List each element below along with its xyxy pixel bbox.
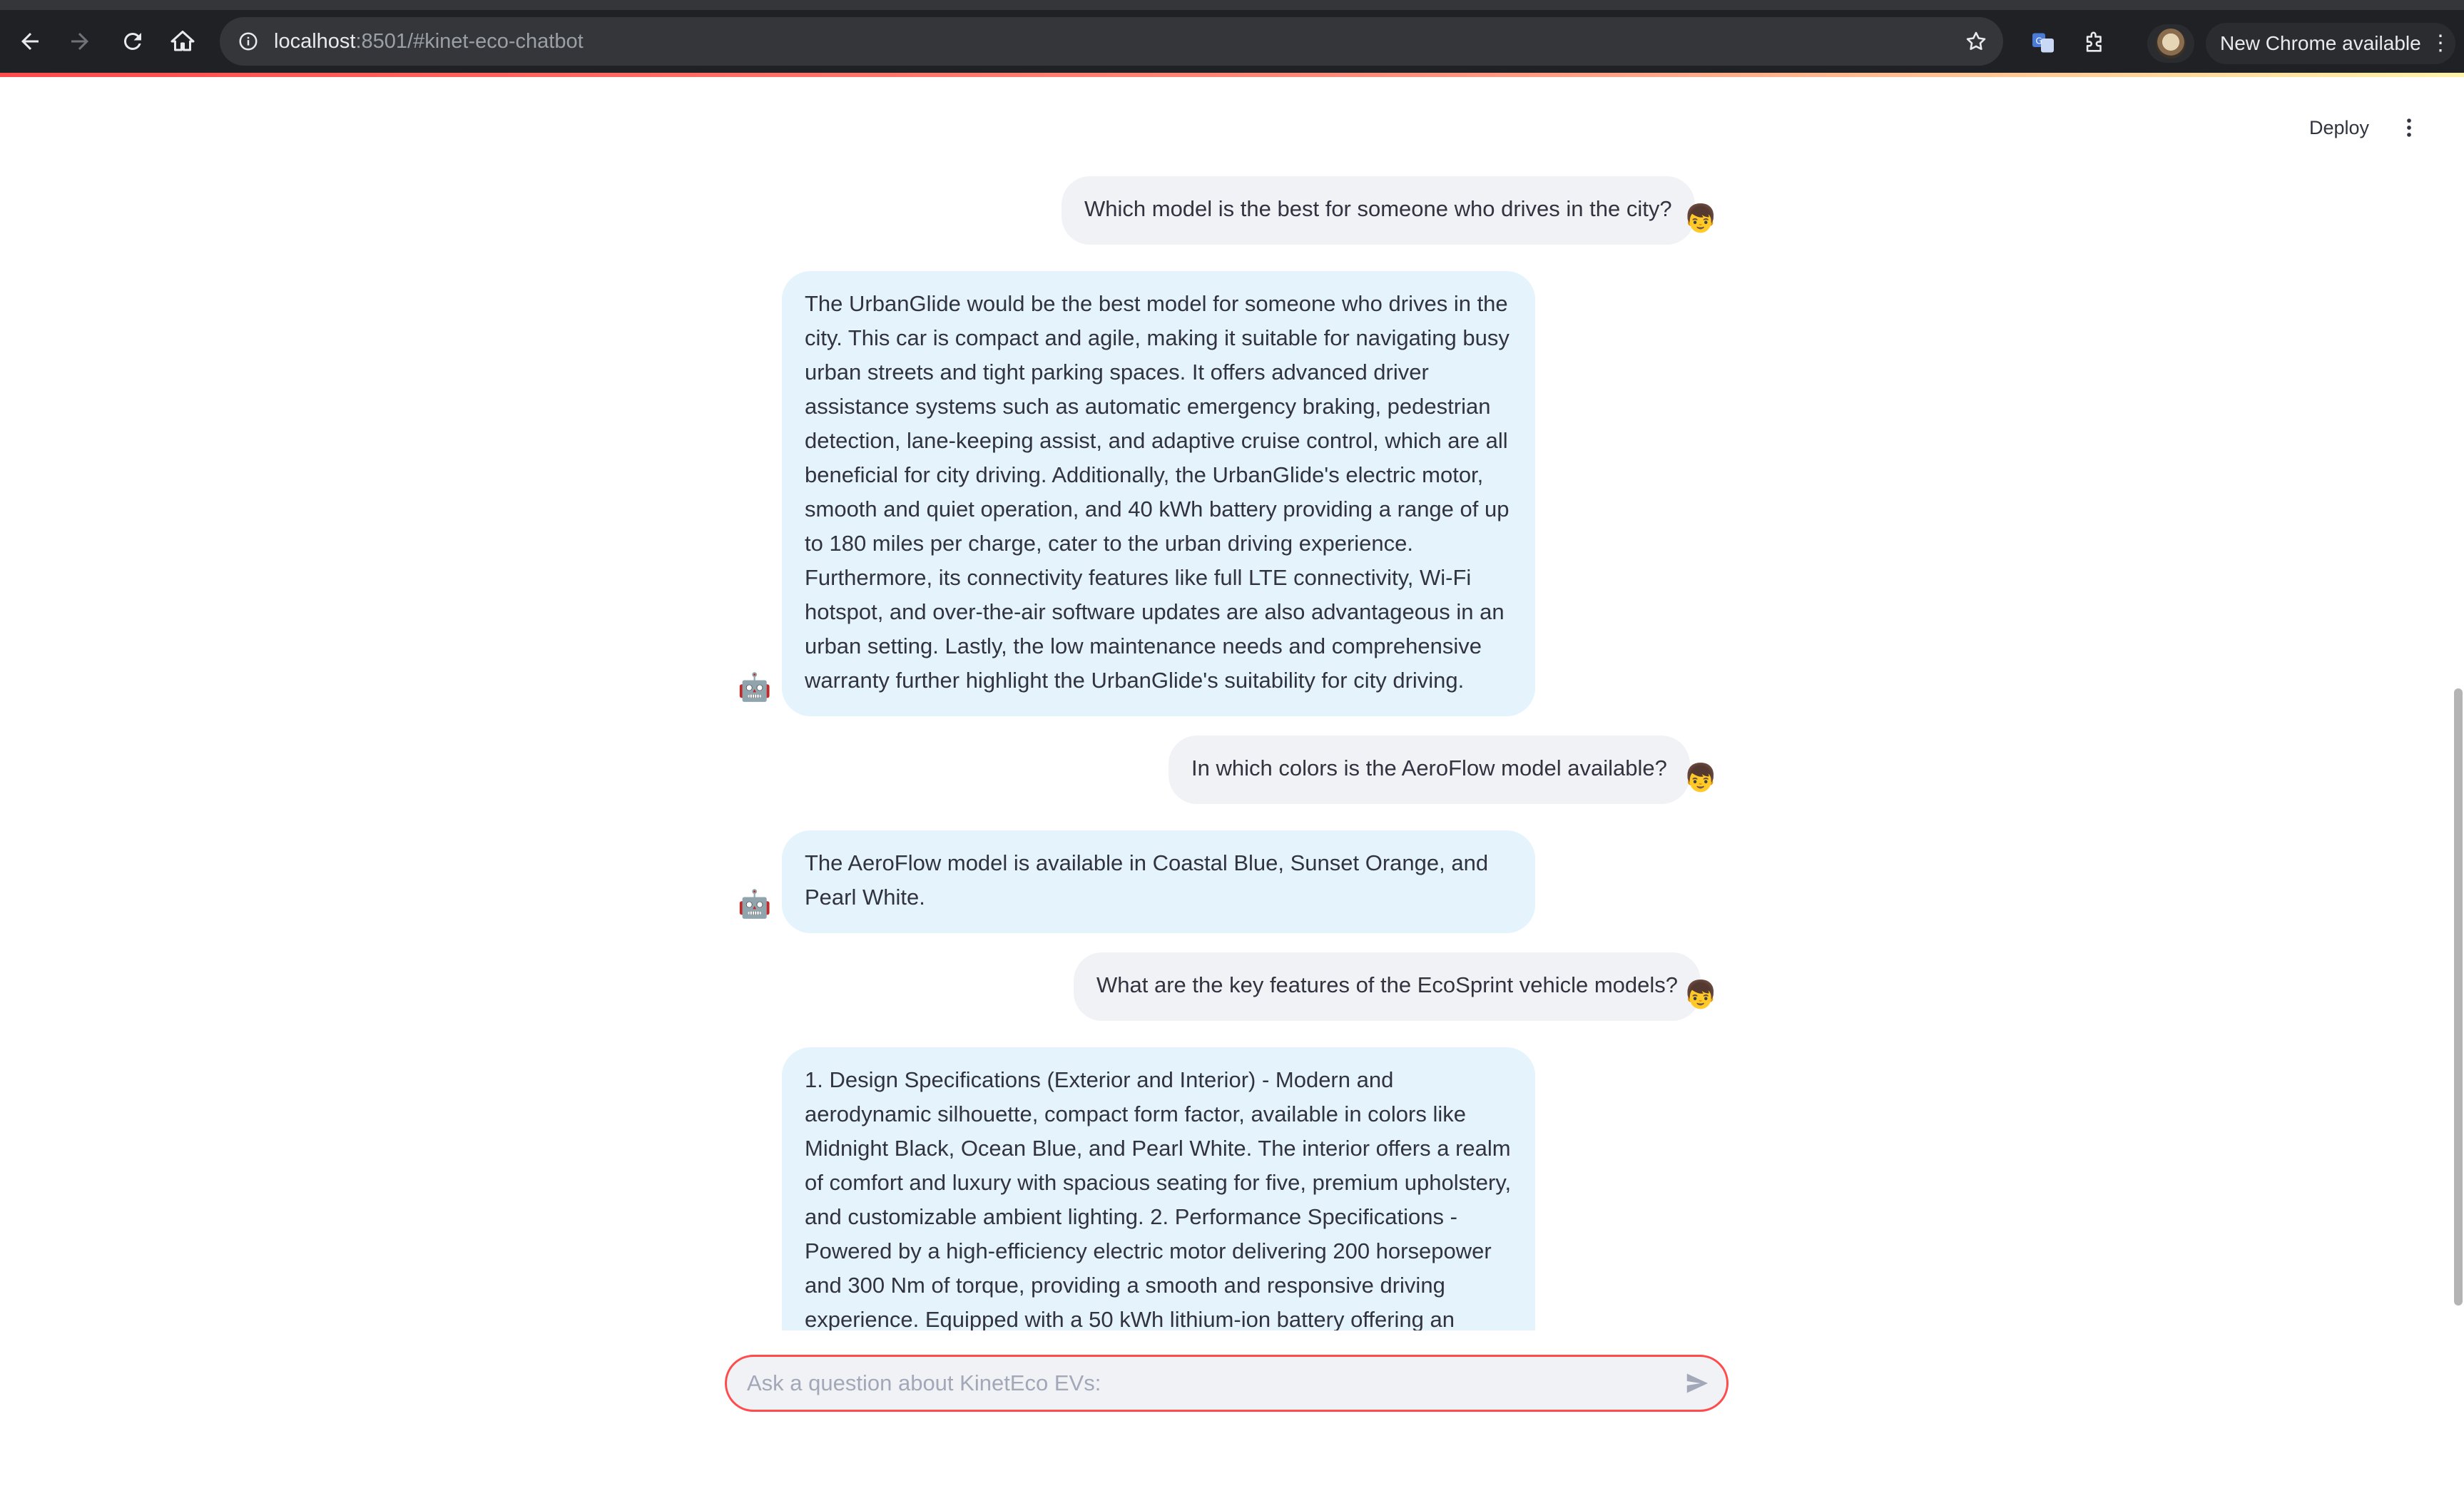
chat-input[interactable] <box>747 1357 1646 1410</box>
user-avatar-icon: 👦 <box>1684 204 1718 234</box>
kebab-icon <box>2407 118 2411 137</box>
user-avatar-icon: 👦 <box>1684 980 1718 1010</box>
home-button[interactable] <box>161 20 204 63</box>
reload-button[interactable] <box>111 20 154 63</box>
reload-icon <box>123 32 141 50</box>
back-button[interactable] <box>9 20 51 63</box>
chat-input-container <box>725 1355 1729 1412</box>
bot-avatar-icon: 🤖 <box>738 673 772 703</box>
home-icon <box>170 31 195 51</box>
user-avatar-icon: 👦 <box>1684 763 1718 793</box>
site-info-button[interactable] <box>233 26 264 57</box>
url-text: localhost:8501/#kinet-eco-chatbot <box>274 17 584 66</box>
send-button[interactable] <box>1681 1367 1714 1400</box>
send-icon <box>1686 1373 1709 1393</box>
svg-text:G: G <box>2036 36 2042 46</box>
chat-history[interactable]: Which model is the best for someone who … <box>0 171 2464 1330</box>
user-message: In which colors is the AeroFlow model av… <box>1169 736 1690 804</box>
translate-button[interactable]: G <box>2026 26 2060 60</box>
translate-icon: G <box>2032 33 2054 53</box>
update-label: New Chrome available <box>2220 32 2421 54</box>
address-bar[interactable]: localhost:8501/#kinet-eco-chatbot <box>220 17 2003 66</box>
assistant-message: The AeroFlow model is available in Coast… <box>782 830 1535 933</box>
forward-button[interactable] <box>58 20 101 63</box>
app-status-bar <box>0 73 2464 77</box>
user-message: Which model is the best for someone who … <box>1062 176 1695 245</box>
assistant-message: 1. Design Specifications (Exterior and I… <box>782 1047 1535 1330</box>
main-menu-button[interactable] <box>2391 110 2427 146</box>
bookmark-button[interactable] <box>1959 24 1993 58</box>
url-path: :8501/#kinet-eco-chatbot <box>355 30 584 53</box>
puzzle-icon <box>2086 31 2102 52</box>
star-icon <box>1966 31 1986 51</box>
kebab-icon: ⋮ <box>2430 31 2451 55</box>
window-titlebar <box>0 0 2464 10</box>
page-scrollbar[interactable] <box>2454 688 2463 1306</box>
browser-toolbar: localhost:8501/#kinet-eco-chatbot G New … <box>0 10 2464 73</box>
user-message: What are the key features of the EcoSpri… <box>1074 952 1701 1021</box>
url-host: localhost <box>274 30 356 53</box>
chrome-update-button[interactable]: New Chrome available ⋮ <box>2206 23 2455 64</box>
deploy-button[interactable]: Deploy <box>2293 107 2386 148</box>
profile-button[interactable] <box>2147 24 2194 63</box>
info-icon <box>239 32 258 51</box>
extensions-button[interactable] <box>2077 26 2112 60</box>
assistant-message: The UrbanGlide would be the best model f… <box>782 271 1535 716</box>
bot-avatar-icon: 🤖 <box>738 890 772 920</box>
avatar <box>2156 29 2186 58</box>
arrow-left-icon <box>21 33 39 50</box>
arrow-right-icon <box>71 33 88 50</box>
